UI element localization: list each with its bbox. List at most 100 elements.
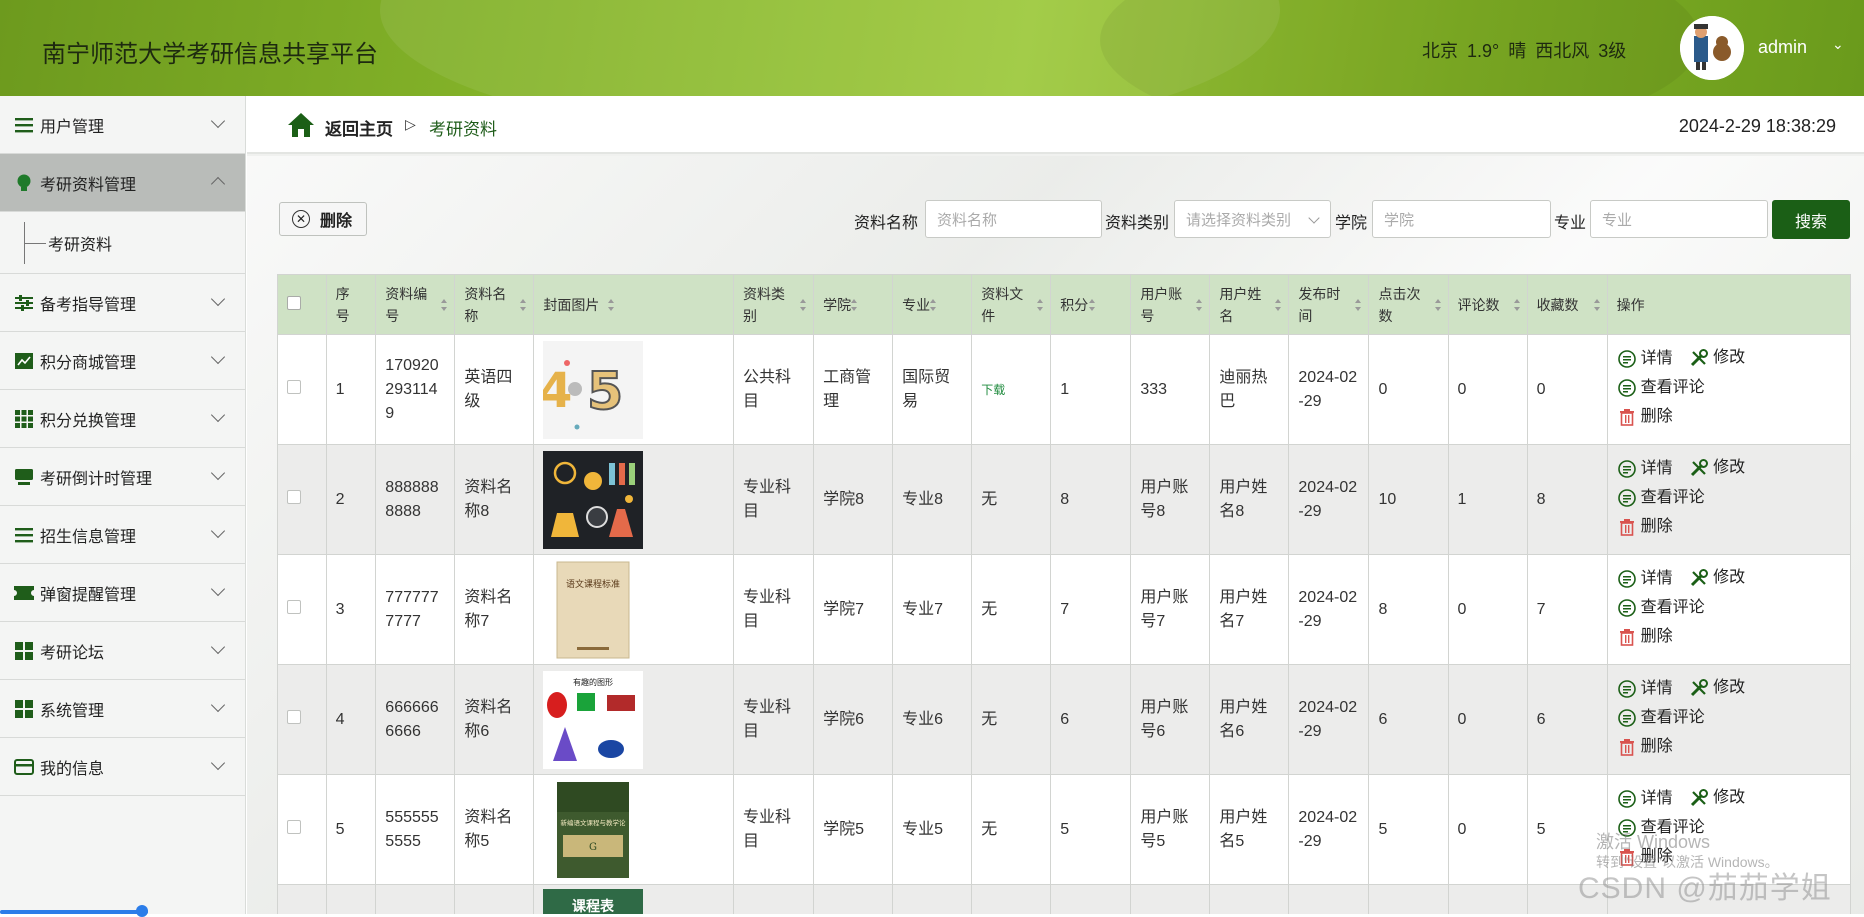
sort-icon[interactable] bbox=[800, 298, 807, 311]
detail-button[interactable]: 详情 bbox=[1617, 567, 1673, 591]
delete-button[interactable]: 删除 bbox=[1617, 625, 1673, 649]
delete-button[interactable]: 删除 bbox=[1617, 515, 1673, 539]
edit-button[interactable]: 修改 bbox=[1689, 566, 1745, 590]
chevron-down-icon[interactable]: ⌄ bbox=[1832, 36, 1844, 53]
sort-icon[interactable] bbox=[1434, 298, 1442, 311]
sidebar-item-shop-mgmt[interactable]: 积分商城管理 bbox=[0, 332, 245, 390]
sort-icon[interactable] bbox=[1037, 298, 1044, 311]
row-checkbox[interactable] bbox=[287, 709, 301, 724]
col-header[interactable]: 用户账号 bbox=[1130, 274, 1211, 335]
home-icon[interactable] bbox=[287, 112, 315, 138]
sidebar-item-popup-mgmt[interactable]: 弹窗提醒管理 bbox=[0, 564, 245, 622]
sort-icon[interactable] bbox=[520, 298, 527, 311]
user-menu[interactable]: admin bbox=[1758, 37, 1807, 58]
col-header[interactable]: 专业 bbox=[892, 274, 973, 335]
sidebar-item-admission-mgmt[interactable]: 招生信息管理 bbox=[0, 506, 245, 564]
delete-button[interactable]: 删除 bbox=[1617, 735, 1673, 759]
col-header[interactable]: 发布时间 bbox=[1288, 274, 1370, 335]
sidebar-item-label: 考研倒计时管理 bbox=[40, 470, 153, 488]
col-header[interactable]: 点击次数 bbox=[1368, 274, 1449, 335]
filter-name-input[interactable]: 资料名称 bbox=[925, 200, 1102, 238]
col-header[interactable]: 用户姓名 bbox=[1209, 274, 1290, 335]
col-header[interactable]: 资料文件 bbox=[971, 274, 1052, 335]
cover-title: 课程表 bbox=[572, 898, 615, 914]
col-header[interactable]: 资料类别 bbox=[733, 274, 815, 335]
sort-icon[interactable] bbox=[1089, 298, 1096, 311]
sort-icon[interactable] bbox=[1355, 298, 1362, 311]
delete-button[interactable]: 删除 bbox=[1617, 405, 1673, 429]
row-checkbox[interactable] bbox=[287, 489, 301, 504]
detail-button[interactable]: 详情 bbox=[1617, 677, 1673, 701]
sort-icon[interactable] bbox=[1513, 298, 1521, 311]
sort-icon[interactable] bbox=[1275, 298, 1282, 311]
svg-text:4: 4 bbox=[543, 363, 572, 419]
detail-button[interactable]: 详情 bbox=[1617, 787, 1673, 811]
sidebar-item-countdown-mgmt[interactable]: 考研倒计时管理 bbox=[0, 448, 245, 506]
col-header[interactable]: 积分 bbox=[1050, 274, 1132, 335]
detail-button[interactable]: 详情 bbox=[1617, 457, 1673, 481]
filter-college-input[interactable]: 学院 bbox=[1372, 200, 1551, 238]
activate-windows-watermark: 激活 Windows bbox=[1596, 832, 1711, 852]
view-comments-button[interactable]: 查看评论 bbox=[1617, 596, 1705, 620]
weather-info: 北京 1.9° 晴 西北风 3级 bbox=[1422, 41, 1627, 61]
col-header[interactable]: 学院 bbox=[813, 274, 894, 335]
sidebar-item-my-info[interactable]: 我的信息 bbox=[0, 738, 245, 796]
scrollbar-knob[interactable] bbox=[136, 905, 148, 917]
chevron-down-icon bbox=[1308, 212, 1320, 224]
col-header[interactable]: 资料编号 bbox=[375, 274, 456, 335]
sidebar-item-system-mgmt[interactable]: 系统管理 bbox=[0, 680, 245, 738]
sort-icon[interactable] bbox=[441, 298, 448, 311]
wrench-icon bbox=[1689, 348, 1709, 368]
sidebar-item-user-mgmt[interactable]: 用户管理 bbox=[0, 96, 245, 154]
monitor-icon bbox=[14, 468, 34, 486]
trash-icon bbox=[1617, 627, 1637, 647]
trash-icon bbox=[1617, 407, 1637, 427]
view-comments-button[interactable]: 查看评论 bbox=[1617, 706, 1705, 730]
sidebar-scrollbar[interactable] bbox=[0, 910, 148, 914]
view-comments-button[interactable]: 查看评论 bbox=[1617, 486, 1705, 510]
row-checkbox[interactable] bbox=[287, 379, 301, 394]
col-header[interactable]: 评论数 bbox=[1447, 274, 1528, 335]
search-button[interactable]: 搜索 bbox=[1772, 200, 1850, 239]
comments-icon bbox=[1617, 378, 1637, 398]
col-header: 序号 bbox=[325, 274, 377, 335]
row-checkbox[interactable] bbox=[287, 599, 301, 614]
edit-button[interactable]: 修改 bbox=[1689, 456, 1745, 480]
sort-icon[interactable] bbox=[1593, 298, 1601, 311]
sidebar-item-label: 用户管理 bbox=[40, 118, 105, 136]
sidebar-subitem-materials[interactable]: 考研资料 bbox=[0, 212, 245, 274]
csdn-watermark: CSDN @茄茄学姐 bbox=[1578, 872, 1832, 905]
filter-major-input[interactable]: 专业 bbox=[1590, 200, 1768, 238]
sidebar-item-guide-mgmt[interactable]: 备考指导管理 bbox=[0, 274, 245, 332]
sidebar-subitem-label: 考研资料 bbox=[48, 236, 113, 254]
edit-button[interactable]: 修改 bbox=[1689, 346, 1745, 370]
table-row: 2 8888888888 资料名称8 专业科目 学院8 专业8 无 8 用户账号… bbox=[277, 444, 1852, 555]
cover-image: 语文课程标准 bbox=[543, 560, 644, 659]
select-all-checkbox[interactable] bbox=[287, 295, 301, 310]
download-link[interactable]: 下载 bbox=[981, 383, 1005, 397]
card-icon bbox=[14, 758, 34, 776]
breadcrumb-home-link[interactable]: 返回主页 bbox=[325, 115, 393, 140]
sort-icon[interactable] bbox=[930, 298, 937, 311]
filter-type-select[interactable]: 请选择资料类别 bbox=[1174, 200, 1331, 238]
sort-icon[interactable] bbox=[1196, 298, 1203, 311]
view-comments-button[interactable]: 查看评论 bbox=[1617, 376, 1705, 400]
sidebar-item-exchange-mgmt[interactable]: 积分兑换管理 bbox=[0, 390, 245, 448]
comments-icon bbox=[1617, 598, 1637, 618]
sidebar-item-material-mgmt[interactable]: 考研资料管理 bbox=[0, 154, 245, 212]
col-header[interactable]: 封面图片 bbox=[533, 274, 735, 335]
sort-icon[interactable] bbox=[608, 298, 615, 311]
edit-button[interactable]: 修改 bbox=[1689, 676, 1745, 700]
table-row: 1 1709202931149 英语四级 4 5 公共科目 工商管理 国际贸易 … bbox=[277, 334, 1852, 445]
sort-icon[interactable] bbox=[851, 298, 858, 311]
cover-image: 课程表 bbox=[543, 886, 644, 914]
row-checkbox[interactable] bbox=[287, 819, 301, 834]
sidebar-item-forum[interactable]: 考研论坛 bbox=[0, 622, 245, 680]
close-circle-icon: ✕ bbox=[292, 210, 310, 228]
edit-button[interactable]: 修改 bbox=[1689, 786, 1745, 810]
batch-delete-button[interactable]: ✕ 删除 bbox=[279, 202, 367, 236]
col-header[interactable]: 资料名称 bbox=[454, 274, 535, 335]
avatar[interactable] bbox=[1680, 16, 1744, 80]
detail-button[interactable]: 详情 bbox=[1617, 347, 1673, 371]
col-header[interactable]: 收藏数 bbox=[1526, 274, 1608, 335]
